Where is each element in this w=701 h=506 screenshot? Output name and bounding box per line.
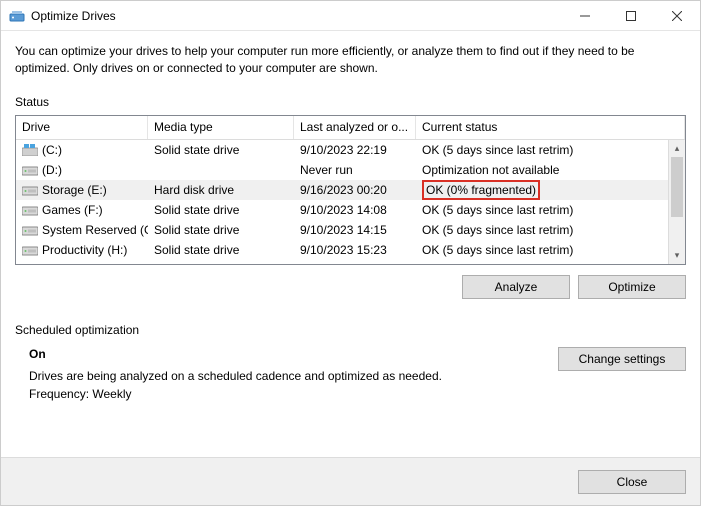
drive-cell: (C:)	[16, 141, 148, 159]
media-type: Solid state drive	[148, 201, 294, 219]
drives-table: Drive Media type Last analyzed or o... C…	[15, 115, 686, 265]
current-status: OK (5 days since last retrim)	[416, 201, 685, 219]
table-row[interactable]: Example Volume (I:)Hard disk drive9/10/2…	[16, 260, 685, 265]
maximize-button[interactable]	[608, 1, 654, 31]
last-analyzed: 9/10/2023 15:23	[294, 241, 416, 259]
status-label: Status	[15, 95, 686, 109]
media-type: Solid state drive	[148, 241, 294, 259]
scrollbar[interactable]: ▴ ▾	[668, 140, 685, 264]
drive-icon	[22, 264, 38, 265]
column-status[interactable]: Current status	[416, 116, 685, 139]
drive-cell: Productivity (H:)	[16, 241, 148, 259]
app-icon	[9, 8, 25, 24]
last-analyzed: Never run	[294, 161, 416, 179]
column-drive[interactable]: Drive	[16, 116, 148, 139]
scheduled-label: Scheduled optimization	[15, 323, 686, 337]
drive-icon	[22, 164, 38, 176]
drive-name: System Reserved (G:)	[42, 223, 148, 237]
optimize-button[interactable]: Optimize	[578, 275, 686, 299]
titlebar: Optimize Drives	[1, 1, 700, 31]
drive-icon	[22, 204, 38, 216]
last-analyzed: 9/10/2023 22:19	[294, 141, 416, 159]
drive-icon	[22, 184, 38, 196]
drive-icon	[22, 144, 38, 156]
table-row[interactable]: Games (F:) Solid state drive9/10/2023 14:…	[16, 200, 685, 220]
drive-cell: System Reserved (G:)	[16, 221, 148, 239]
media-type: Hard disk drive	[148, 261, 294, 265]
media-type	[148, 168, 294, 172]
current-status: OK (0% fragmented)	[416, 178, 685, 202]
status-highlight: OK (0% fragmented)	[422, 180, 540, 200]
drive-cell: Games (F:)	[16, 201, 148, 219]
last-analyzed: 9/10/2023 14:08	[294, 201, 416, 219]
current-status: OK (5 days since last retrim)	[416, 141, 685, 159]
scroll-thumb[interactable]	[671, 157, 683, 217]
media-type: Hard disk drive	[148, 181, 294, 199]
analyze-button[interactable]: Analyze	[462, 275, 570, 299]
scroll-up-arrow[interactable]: ▴	[669, 140, 685, 157]
scheduled-frequency: Frequency: Weekly	[29, 387, 558, 401]
drive-icon	[22, 244, 38, 256]
media-type: Solid state drive	[148, 221, 294, 239]
current-status: Optimization not available	[416, 161, 685, 179]
table-body: (C:)Solid state drive9/10/2023 22:19OK (…	[16, 140, 685, 265]
last-analyzed: 9/10/2023 22:19	[294, 261, 416, 265]
window-controls	[562, 1, 700, 30]
footer: Close	[1, 457, 700, 505]
drive-name: Productivity (H:)	[42, 243, 127, 257]
drive-cell: (D:)	[16, 161, 148, 179]
intro-text: You can optimize your drives to help you…	[15, 43, 686, 77]
table-row[interactable]: System Reserved (G:)Solid state drive9/1…	[16, 220, 685, 240]
scheduled-on: On	[29, 347, 558, 361]
table-header: Drive Media type Last analyzed or o... C…	[16, 116, 685, 140]
current-status: OK (5 days since last retrim)	[416, 241, 685, 259]
scroll-down-arrow[interactable]: ▾	[669, 247, 685, 264]
last-analyzed: 9/16/2023 00:20	[294, 181, 416, 199]
last-analyzed: 9/10/2023 14:15	[294, 221, 416, 239]
drive-cell: Storage (E:)	[16, 181, 148, 199]
drive-name: Storage (E:)	[42, 183, 107, 197]
current-status: OK (1% fragmented)	[416, 261, 685, 265]
media-type: Solid state drive	[148, 141, 294, 159]
minimize-button[interactable]	[562, 1, 608, 31]
drive-name: Example Volume (I:)	[42, 263, 148, 265]
change-settings-button[interactable]: Change settings	[558, 347, 686, 371]
drive-name: (C:)	[42, 143, 62, 157]
drive-icon	[22, 224, 38, 236]
close-button[interactable]	[654, 1, 700, 31]
window-title: Optimize Drives	[31, 9, 562, 23]
drive-name: (D:)	[42, 163, 62, 177]
scheduled-desc: Drives are being analyzed on a scheduled…	[29, 369, 558, 383]
table-row[interactable]: Productivity (H:) Solid state drive9/10/2…	[16, 240, 685, 260]
current-status: OK (5 days since last retrim)	[416, 221, 685, 239]
drive-cell: Example Volume (I:)	[16, 261, 148, 265]
table-row[interactable]: (C:) Solid state drive9/10/2023 22:19OK (…	[16, 140, 685, 160]
drive-name: Games (F:)	[42, 203, 103, 217]
table-row[interactable]: Storage (E:) Hard disk drive9/16/2023 00:…	[16, 180, 685, 200]
close-dialog-button[interactable]: Close	[578, 470, 686, 494]
table-row[interactable]: (D:) Never runOptimization not available	[16, 160, 685, 180]
column-last-analyzed[interactable]: Last analyzed or o...	[294, 116, 416, 139]
column-media[interactable]: Media type	[148, 116, 294, 139]
